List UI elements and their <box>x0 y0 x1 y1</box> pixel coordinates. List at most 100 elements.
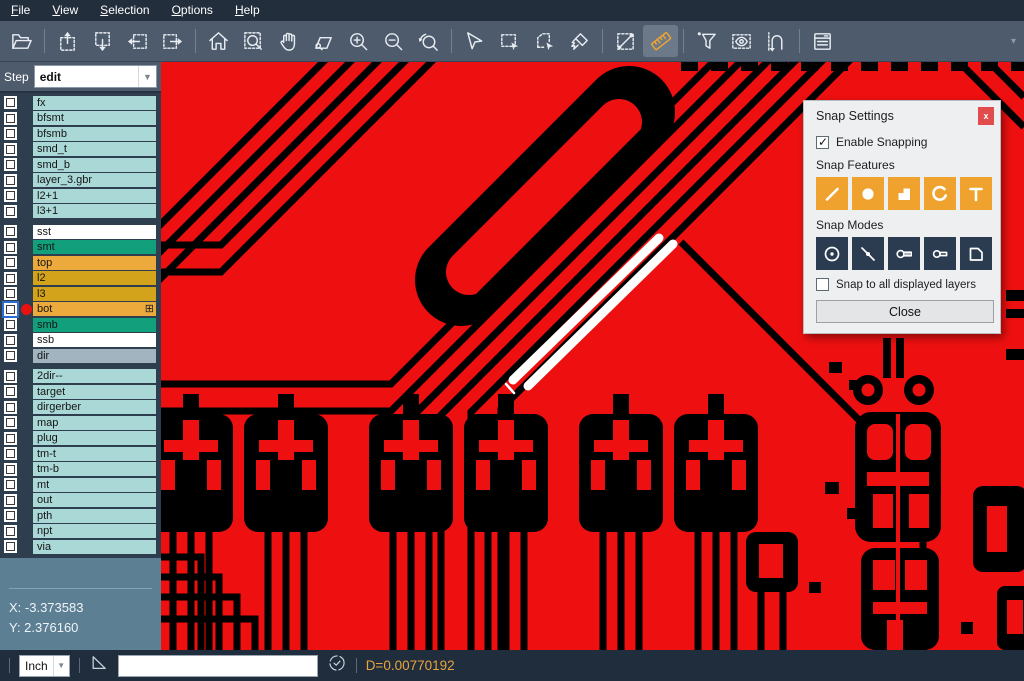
layer-row-smb[interactable]: smb <box>0 317 161 333</box>
layer-row-ssb[interactable]: ssb <box>0 333 161 349</box>
layer-visibility-checkbox[interactable] <box>4 303 17 316</box>
layer-visibility-checkbox[interactable] <box>4 318 17 331</box>
layer-label[interactable]: ssb <box>33 333 156 347</box>
paste-right-icon[interactable] <box>155 25 190 57</box>
layer-visibility-checkbox[interactable] <box>4 385 17 398</box>
layer-row-pth[interactable]: pth <box>0 508 161 524</box>
select-region-icon[interactable] <box>527 25 562 57</box>
layer-label[interactable]: smt <box>33 240 156 254</box>
layer-label[interactable]: smb <box>33 318 156 332</box>
layer-row-smd_b[interactable]: smd_b <box>0 157 161 173</box>
zoom-window-icon[interactable] <box>306 25 341 57</box>
layer-label[interactable]: sst <box>33 225 156 239</box>
apply-check-icon[interactable] <box>327 653 347 678</box>
snap-mode-pad-key-icon[interactable] <box>888 237 920 270</box>
angle-mode-icon[interactable] <box>89 653 109 678</box>
snap-feature-line-icon[interactable] <box>816 177 848 210</box>
layer-row-target[interactable]: target <box>0 384 161 400</box>
layer-label[interactable]: plug <box>33 431 156 445</box>
layer-row-dirgerber[interactable]: dirgerber <box>0 400 161 416</box>
layer-visibility-checkbox[interactable] <box>4 96 17 109</box>
open-file-icon[interactable] <box>4 25 39 57</box>
layer-row-tm-t[interactable]: tm-t <box>0 446 161 462</box>
layer-label[interactable]: smd_t <box>33 142 156 156</box>
layer-label[interactable]: target <box>33 385 156 399</box>
layer-visibility-checkbox[interactable] <box>4 525 17 538</box>
layer-label[interactable]: l3 <box>33 287 156 301</box>
paste-down-icon[interactable] <box>85 25 120 57</box>
zoom-in-icon[interactable] <box>341 25 376 57</box>
layer-row-top[interactable]: top <box>0 255 161 271</box>
layer-label[interactable]: bfsmt <box>33 111 156 125</box>
menu-view[interactable]: View <box>41 1 89 20</box>
unit-select[interactable]: Inch ▼ <box>19 655 70 677</box>
pcb-canvas[interactable]: Snap Settings x Enable Snapping Snap Fea… <box>161 62 1024 650</box>
enable-snapping-checkbox[interactable] <box>816 136 829 149</box>
layer-visibility-checkbox[interactable] <box>4 416 17 429</box>
toolbar-overflow-icon[interactable]: ▾ <box>1011 36 1020 47</box>
home-icon[interactable] <box>201 25 236 57</box>
layer-label[interactable]: bot⊞ <box>33 302 156 316</box>
enable-snapping-row[interactable]: Enable Snapping <box>816 135 992 149</box>
layer-row-tm-b[interactable]: tm-b <box>0 462 161 478</box>
layer-label[interactable]: bfsmb <box>33 127 156 141</box>
dialog-close-icon[interactable]: x <box>978 107 994 125</box>
zoom-out-icon[interactable] <box>376 25 411 57</box>
menu-selection[interactable]: Selection <box>89 1 160 20</box>
layer-row-l3[interactable]: l3 <box>0 286 161 302</box>
chevron-down-icon[interactable]: ▼ <box>53 656 69 676</box>
layer-visibility-checkbox[interactable] <box>4 205 17 218</box>
layer-label[interactable]: out <box>33 493 156 507</box>
zoom-extents-icon[interactable] <box>236 25 271 57</box>
layer-visibility-checkbox[interactable] <box>4 478 17 491</box>
snap-feature-arc-icon[interactable] <box>924 177 956 210</box>
layer-label[interactable]: tm-t <box>33 447 156 461</box>
layer-row-dir[interactable]: dir <box>0 348 161 364</box>
layer-visibility-checkbox[interactable] <box>4 370 17 383</box>
layer-row-2dir--[interactable]: 2dir-- <box>0 369 161 385</box>
snap-mode-center-icon[interactable] <box>816 237 848 270</box>
layer-visibility-checkbox[interactable] <box>4 287 17 300</box>
pan-hand-icon[interactable] <box>271 25 306 57</box>
layer-visibility-checkbox[interactable] <box>4 256 17 269</box>
layer-visibility-checkbox[interactable] <box>4 174 17 187</box>
layer-label[interactable]: l3+1 <box>33 204 156 218</box>
menu-help[interactable]: Help <box>224 1 271 20</box>
layer-visibility-checkbox[interactable] <box>4 272 17 285</box>
snap-all-layers-row[interactable]: Snap to all displayed layers <box>816 278 992 291</box>
menu-file[interactable]: File <box>0 1 41 20</box>
dialog-close-button[interactable]: Close <box>816 300 994 323</box>
layer-row-smt[interactable]: smt <box>0 240 161 256</box>
layer-visibility-checkbox[interactable] <box>4 143 17 156</box>
dialog-title-bar[interactable]: Snap Settings x <box>804 101 1000 127</box>
layer-row-smd_t[interactable]: smd_t <box>0 142 161 158</box>
layer-label[interactable]: tm-b <box>33 462 156 476</box>
layer-label[interactable]: dirgerber <box>33 400 156 414</box>
layer-visibility-checkbox[interactable] <box>4 189 17 202</box>
clear-brush-icon[interactable] <box>562 25 597 57</box>
layer-visibility-checkbox[interactable] <box>4 241 17 254</box>
menu-options[interactable]: Options <box>161 1 224 20</box>
layer-label[interactable]: smd_b <box>33 158 156 172</box>
layer-row-l3+1[interactable]: l3+1 <box>0 204 161 220</box>
view-visibility-icon[interactable] <box>724 25 759 57</box>
snap-feature-surface-icon[interactable] <box>888 177 920 210</box>
layer-row-l2+1[interactable]: l2+1 <box>0 188 161 204</box>
layer-row-via[interactable]: via <box>0 539 161 555</box>
layer-row-map[interactable]: map <box>0 415 161 431</box>
layer-label[interactable]: mt <box>33 478 156 492</box>
layer-row-bfsmt[interactable]: bfsmt <box>0 111 161 127</box>
layer-label[interactable]: top <box>33 256 156 270</box>
layer-visibility-checkbox[interactable] <box>4 494 17 507</box>
layer-visibility-checkbox[interactable] <box>4 349 17 362</box>
layer-label[interactable]: map <box>33 416 156 430</box>
layer-row-l2[interactable]: l2 <box>0 271 161 287</box>
layer-visibility-checkbox[interactable] <box>4 509 17 522</box>
layer-label[interactable]: fx <box>33 96 156 110</box>
layer-label[interactable]: l2 <box>33 271 156 285</box>
snap-feature-circle-icon[interactable] <box>852 177 884 210</box>
report-list-icon[interactable] <box>805 25 840 57</box>
measure-line-icon[interactable] <box>608 25 643 57</box>
layer-label[interactable]: layer_3.gbr <box>33 173 156 187</box>
layer-visibility-checkbox[interactable] <box>4 127 17 140</box>
